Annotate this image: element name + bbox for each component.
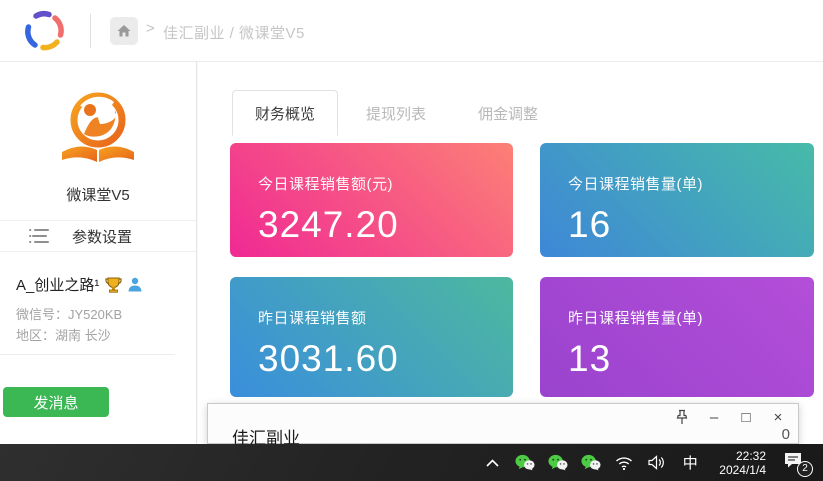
user-name: A_创业之路¹ (16, 274, 99, 295)
home-button[interactable] (110, 17, 138, 45)
user-region: 地区：湖南 长沙 (16, 325, 186, 346)
pin-button[interactable] (666, 406, 698, 428)
tray-wechat-2[interactable] (548, 451, 568, 475)
wechat-icon (515, 454, 535, 471)
user-card: A_创业之路¹ 微信号：JY520KB 地区：湖南 长沙 (16, 274, 186, 346)
stat-card-today-sales-amount: 今日课程销售额(元) 3247.20 (230, 143, 513, 257)
stat-value: 3031.60 (258, 338, 513, 380)
stat-value: 13 (568, 338, 814, 380)
breadcrumb-chevron-icon: > (146, 20, 155, 37)
header-divider (90, 14, 91, 48)
person-icon[interactable] (128, 277, 142, 292)
windows-taskbar: 中 22:32 2024/1/4 2 (0, 444, 823, 481)
tray-network[interactable] (614, 451, 634, 475)
stat-card-yesterday-sales-count: 昨日课程销售量(单) 13 (540, 277, 814, 397)
clock-time: 22:32 (719, 449, 766, 463)
stat-value: 3247.20 (258, 204, 513, 246)
list-settings-icon (28, 227, 50, 245)
maximize-button[interactable]: □ (730, 406, 762, 428)
pin-icon (675, 409, 689, 425)
sidebar: 微课堂V5 参数设置 A_创业之路¹ (0, 62, 197, 444)
stat-label: 昨日课程销售量(单) (568, 307, 814, 328)
close-button[interactable]: × (762, 406, 794, 428)
sidebar-app-name: 微课堂V5 (0, 184, 196, 205)
top-header: > 佳汇副业 / 微课堂V5 (0, 0, 823, 62)
send-message-button[interactable]: 发消息 (3, 387, 109, 417)
app-logo-icon (54, 88, 142, 178)
sidebar-divider (0, 354, 175, 355)
user-wechat-id: 微信号：JY520KB (16, 304, 186, 325)
trophy-icon (105, 276, 122, 293)
tray-wechat-1[interactable] (515, 451, 535, 475)
main-content: 财务概览 提现列表 佣金调整 今日课程销售额(元) 3247.20 今日课程销售… (198, 62, 823, 444)
tab-commission-adjust[interactable]: 佣金调整 (478, 90, 538, 136)
tray-volume[interactable] (647, 451, 667, 475)
ime-indicator[interactable]: 中 (680, 451, 700, 475)
stat-card-yesterday-sales-amount: 昨日课程销售额 3031.60 (230, 277, 513, 397)
stat-label: 今日课程销售额(元) (258, 173, 513, 194)
clock-date: 2024/1/4 (719, 463, 766, 477)
screen: > 佳汇副业 / 微课堂V5 微课堂V5 (0, 0, 823, 481)
stat-card-today-sales-count: 今日课程销售量(单) 16 (540, 143, 814, 257)
tray-expand-button[interactable] (482, 451, 502, 475)
sidebar-item-settings[interactable]: 参数设置 (0, 220, 196, 252)
speaker-icon (648, 455, 666, 470)
wechat-icon (548, 454, 568, 471)
minimize-button[interactable]: – (698, 406, 730, 428)
stat-value: 16 (568, 204, 814, 246)
window-controls: – □ × (666, 406, 794, 428)
tab-withdraw-list[interactable]: 提现列表 (366, 90, 426, 136)
notification-badge: 2 (797, 461, 813, 477)
overlay-counter: 0 (782, 426, 790, 443)
wechat-icon (581, 454, 601, 471)
brand-logo-icon (22, 9, 66, 53)
overlay-window: 佳汇副业 – □ × 0 (207, 403, 799, 444)
clock[interactable]: 22:32 2024/1/4 (719, 449, 766, 477)
home-icon (116, 23, 132, 39)
stat-label: 今日课程销售量(单) (568, 173, 814, 194)
sidebar-item-label: 参数设置 (72, 226, 132, 247)
chevron-up-icon (486, 459, 499, 467)
breadcrumb[interactable]: 佳汇副业 / 微课堂V5 (163, 22, 305, 43)
notification-center-button[interactable]: 2 (783, 451, 809, 475)
tab-bar: 财务概览 提现列表 佣金调整 (232, 90, 538, 136)
wifi-icon (615, 456, 633, 470)
tray-wechat-3[interactable] (581, 451, 601, 475)
tab-finance-overview[interactable]: 财务概览 (232, 90, 338, 136)
stat-label: 昨日课程销售额 (258, 307, 513, 328)
